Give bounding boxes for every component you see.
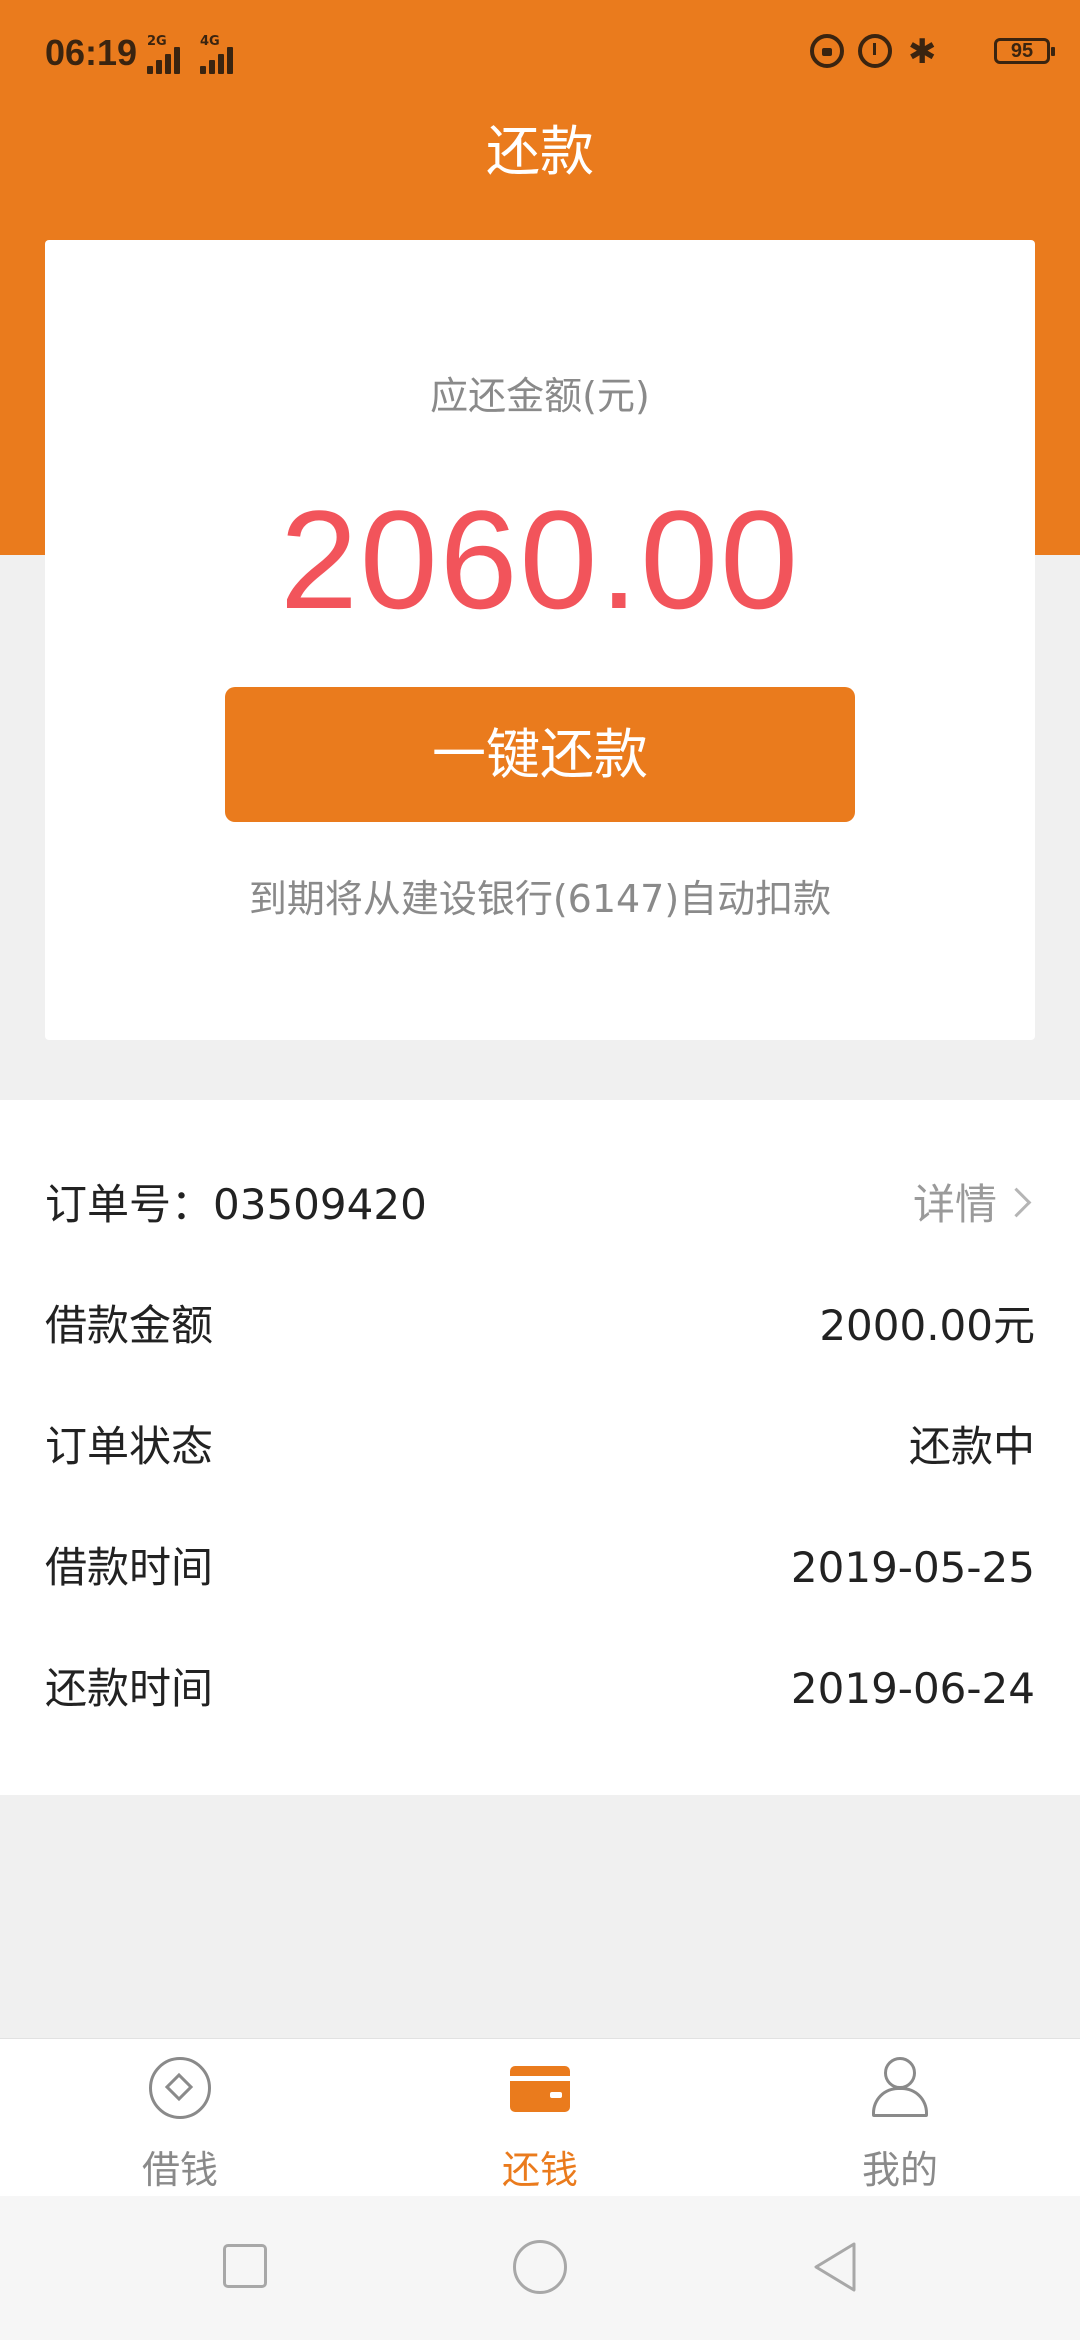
info-label: 还款时间 <box>45 1664 214 1713</box>
info-value: 还款中 <box>908 1422 1035 1471</box>
tab-borrow[interactable]: 借钱 <box>0 2039 360 2197</box>
tab-label: 还钱 <box>501 2148 578 2192</box>
bottom-tab-bar: 借钱 还钱 我的 <box>0 2038 1080 2197</box>
page-title: 还款 <box>486 120 594 183</box>
status-time: 06:19 <box>45 32 138 73</box>
one-click-repay-button[interactable]: 一键还款 <box>225 687 855 822</box>
tab-repay[interactable]: 还钱 <box>360 2039 720 2197</box>
repayment-card: 应还金额(元) 2060.00 一键还款 到期将从建设银行(6147)自动扣款 <box>45 240 1035 1040</box>
borrow-coin-icon <box>149 2057 211 2119</box>
info-row-order-status: 订单状态 还款中 <box>45 1402 1035 1492</box>
auto-debit-note: 到期将从建设银行(6147)自动扣款 <box>248 877 832 921</box>
tab-label: 我的 <box>861 2148 938 2192</box>
tab-mine[interactable]: 我的 <box>720 2039 1080 2197</box>
status-icons: ✱ 95 <box>790 32 1055 74</box>
info-value: 2019-06-24 <box>790 1664 1035 1713</box>
home-button[interactable] <box>513 2240 567 2294</box>
info-value: 2000.00元 <box>819 1301 1035 1350</box>
order-number-row: 订单号：03509420 详情 <box>45 1160 1035 1250</box>
amount-label: 应还金额(元) <box>430 374 650 418</box>
order-number: 订单号：03509420 <box>45 1180 427 1229</box>
lock-rotation-icon <box>810 34 844 68</box>
status-bar: 06:19 2G 4G ✱ 95 <box>0 0 1080 110</box>
info-label: 借款金额 <box>45 1301 214 1350</box>
info-value: 2019-05-25 <box>790 1543 1035 1592</box>
tab-label: 借钱 <box>141 2148 218 2192</box>
detail-link[interactable]: 详情 <box>913 1160 997 1250</box>
info-row-loan-date: 借款时间 2019-05-25 <box>45 1523 1035 1613</box>
back-button[interactable] <box>810 2240 860 2294</box>
amount-value: 2060.00 <box>279 481 801 638</box>
system-nav-bar <box>0 2196 1080 2340</box>
info-row-repay-date: 还款时间 2019-06-24 <box>45 1644 1035 1734</box>
alarm-icon <box>858 34 892 68</box>
info-row-loan-amount: 借款金额 2000.00元 <box>45 1281 1035 1371</box>
battery-icon: 95 <box>994 38 1055 64</box>
bluetooth-icon: ✱ <box>908 32 937 72</box>
order-info-panel: 订单号：03509420 详情 借款金额 2000.00元 订单状态 还款中 借… <box>0 1100 1080 1795</box>
recent-apps-button[interactable] <box>223 2244 267 2288</box>
chevron-right-icon[interactable] <box>1001 1187 1032 1218</box>
wallet-icon <box>510 2066 570 2112</box>
info-label: 借款时间 <box>45 1543 214 1592</box>
user-icon <box>870 2057 930 2119</box>
info-label: 订单状态 <box>45 1422 214 1471</box>
